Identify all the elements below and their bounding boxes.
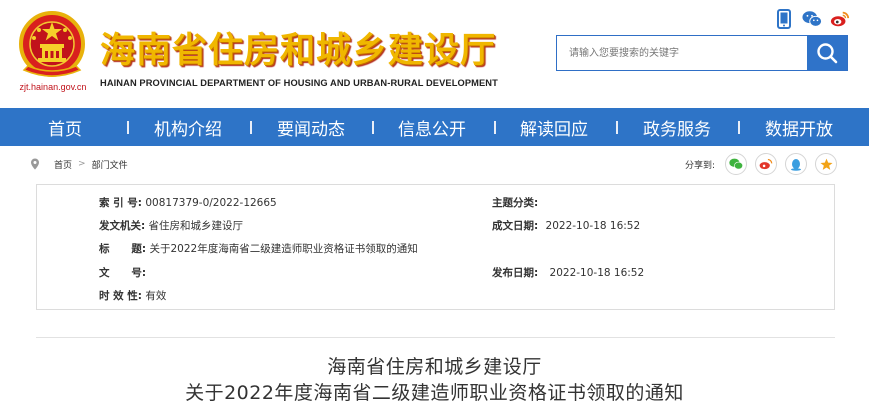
site-subtitle: HAINAN PROVINCIAL DEPARTMENT OF HOUSING … (100, 78, 498, 88)
meta-topic: 主题分类: (492, 195, 542, 210)
meta-index: 索 引 号: 00817379-0/2022-12665 (99, 195, 277, 210)
document-title: 关于2022年度海南省二级建造师职业资格证书领取的通知 (185, 382, 684, 404)
nav-item-news[interactable]: 要闻动态 (277, 108, 345, 146)
meta-value: 2022-10-18 16:52 (549, 267, 645, 279)
meta-label: 主题分类: (492, 197, 539, 209)
meta-label: 标 题: (99, 243, 147, 255)
nav-item-home[interactable]: 首页 (48, 108, 82, 146)
document-org: 海南省住房和城乡建设厅 (327, 356, 542, 378)
meta-label: 发文机关: (99, 220, 146, 232)
breadcrumb-separator: > (78, 159, 86, 169)
search-icon (817, 43, 838, 64)
breadcrumb: 首页 > 部门文件 分享到: (30, 153, 839, 175)
meta-label: 时 效 性: (99, 290, 143, 302)
meta-value: 关于2022年度海南省二级建造师职业资格证书领取的通知 (149, 243, 418, 255)
meta-label: 成文日期: (492, 220, 539, 232)
meta-value: 2022-10-18 16:52 (545, 220, 641, 232)
weibo-icon (759, 158, 773, 170)
nav-separator (494, 121, 496, 134)
nav-separator (372, 121, 374, 134)
meta-created: 成文日期: 2022-10-18 16:52 (492, 218, 640, 233)
meta-issuer: 发文机关: 省住房和城乡建设厅 (99, 218, 243, 233)
share-qq-button[interactable] (785, 153, 807, 175)
meta-value: 省住房和城乡建设厅 (148, 220, 244, 232)
meta-docno: 文 号: (99, 265, 149, 280)
meta-value: 有效 (145, 290, 167, 302)
meta-label: 文 号: (99, 267, 147, 279)
nav-separator (250, 121, 252, 134)
meta-value: 00817379-0/2022-12665 (145, 197, 277, 209)
location-pin-icon (31, 158, 39, 170)
search-box (556, 35, 848, 71)
nav-separator (738, 121, 740, 134)
national-emblem-icon (19, 11, 85, 77)
share-wechat-button[interactable] (725, 153, 747, 175)
divider (36, 337, 835, 338)
nav-item-interpretation[interactable]: 解读回应 (520, 108, 588, 146)
nav-separator (127, 121, 129, 134)
site-header: zjt.hainan.gov.cn 海南省住房和城乡建设厅 HAINAN PRO… (0, 0, 869, 108)
breadcrumb-current[interactable]: 部门文件 (92, 158, 128, 171)
breadcrumb-home[interactable]: 首页 (54, 158, 72, 171)
share-weibo-button[interactable] (755, 153, 777, 175)
qq-icon (791, 158, 801, 171)
header-icon-group (774, 9, 850, 29)
nav-separator (616, 121, 618, 134)
search-button[interactable] (807, 36, 847, 70)
wechat-icon (729, 158, 743, 170)
meta-label: 发布日期: (492, 267, 539, 279)
share-bar: 分享到: (685, 153, 837, 175)
site-title[interactable]: 海南省住房和城乡建设厅 (100, 22, 496, 73)
wechat-icon[interactable] (802, 9, 822, 29)
meta-title: 标 题: 关于2022年度海南省二级建造师职业资格证书领取的通知 (99, 241, 418, 256)
meta-validity: 时 效 性: 有效 (99, 288, 166, 303)
mobile-icon[interactable] (774, 9, 794, 29)
nav-item-open-data[interactable]: 数据开放 (765, 108, 833, 146)
main-nav: 首页 机构介绍 要闻动态 信息公开 解读回应 政务服务 数据开放 (0, 108, 869, 146)
share-label: 分享到: (684, 160, 715, 171)
search-input[interactable] (557, 36, 807, 70)
nav-item-about[interactable]: 机构介绍 (154, 108, 222, 146)
document-metadata: 索 引 号: 00817379-0/2022-12665 主题分类: 发文机关:… (36, 184, 835, 310)
favorite-icon (819, 158, 833, 170)
weibo-icon[interactable] (830, 9, 850, 29)
meta-label: 索 引 号: (99, 197, 143, 209)
meta-published: 发布日期: 2022-10-18 16:52 (492, 265, 644, 280)
nav-item-services[interactable]: 政务服务 (643, 108, 711, 146)
nav-item-disclosure[interactable]: 信息公开 (398, 108, 466, 146)
site-domain: zjt.hainan.gov.cn (19, 82, 87, 92)
share-favorite-button[interactable] (815, 153, 837, 175)
